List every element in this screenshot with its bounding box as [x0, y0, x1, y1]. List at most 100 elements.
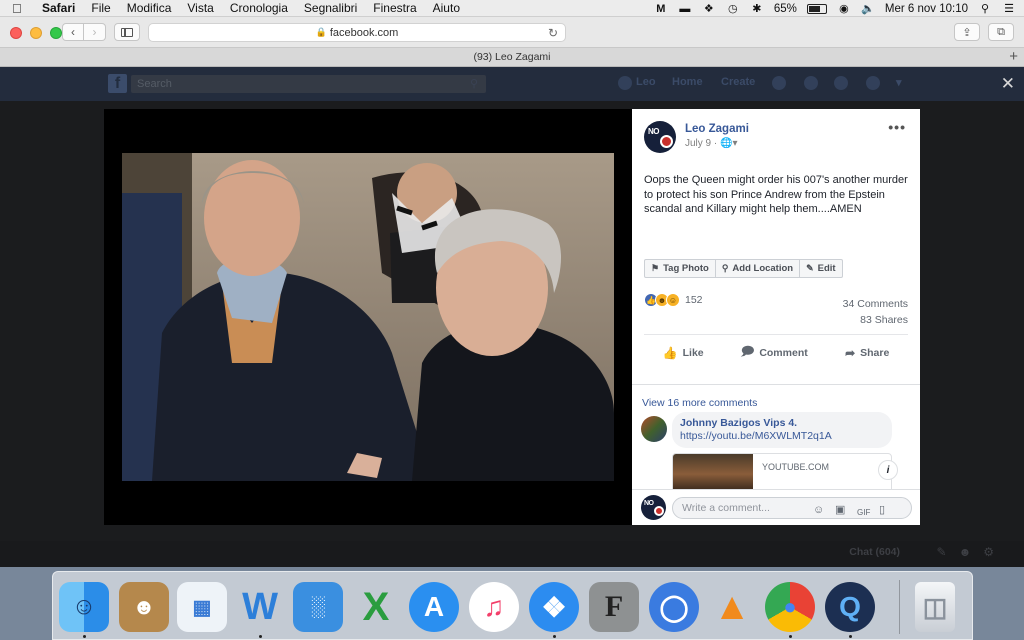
running-indicator	[259, 635, 262, 638]
info-icon[interactable]: i	[878, 460, 898, 480]
dropbox-icon[interactable]: ❖	[702, 3, 716, 15]
volume-icon[interactable]: 🔈	[861, 3, 875, 15]
commenter-avatar[interactable]	[641, 416, 667, 442]
commenter-name[interactable]: Johnny Bazigos Vips 4.	[680, 417, 884, 430]
menu-aiuto[interactable]: Aiuto	[433, 1, 460, 15]
nav-home[interactable]: Home	[672, 76, 703, 88]
author-name[interactable]: Leo Zagami	[685, 121, 749, 137]
wifi-icon[interactable]: ◉	[837, 3, 851, 15]
add-location-button[interactable]: ⚲ Add Location	[716, 260, 801, 277]
comment-input[interactable]: Write a comment... ☺ ▣ GIF ▯	[672, 497, 912, 519]
menu-vista[interactable]: Vista	[187, 1, 213, 15]
sidebar-toggle-button[interactable]	[114, 23, 140, 41]
battery-icon[interactable]	[806, 3, 827, 14]
globe-privacy-icon[interactable]: · 🌐▾	[714, 138, 738, 149]
facebook-header: f Search ⚲ Leo Home Create ▾	[0, 67, 1024, 101]
contacts-icon[interactable]: ☻	[119, 582, 169, 632]
post-date[interactable]: July 9	[685, 138, 711, 149]
apple-menu-icon[interactable]: 	[12, 1, 28, 16]
back-button[interactable]: ‹	[62, 23, 84, 41]
menubar-clock[interactable]: Mer 6 nov 10:10	[885, 3, 968, 15]
chat-button[interactable]: Chat (604)	[849, 546, 900, 558]
close-theater-icon[interactable]: ✕	[1001, 75, 1015, 92]
avatar-logo-icon: NO	[648, 127, 660, 136]
display-icon[interactable]: ▬	[678, 3, 692, 15]
like-button[interactable]: 👍 Like	[663, 346, 704, 360]
reactions-summary[interactable]: 👍 ☻ ☺ 152	[644, 293, 703, 307]
messenger-icon[interactable]	[804, 76, 818, 90]
close-window-button[interactable]	[10, 27, 22, 39]
reload-icon[interactable]: ↻	[548, 26, 558, 40]
facebook-search-input[interactable]: Search ⚲	[131, 75, 486, 93]
safari-icon[interactable]: ❖	[529, 582, 579, 632]
excel-icon[interactable]: X	[351, 582, 401, 632]
chrome-icon[interactable]: ●	[765, 582, 815, 632]
notifications-icon[interactable]	[834, 76, 848, 90]
finder-icon[interactable]: ☺	[59, 582, 109, 632]
share-label: Share	[860, 346, 890, 359]
comment-button[interactable]: 🗩 Comment	[741, 342, 808, 363]
bluetooth-icon[interactable]: ✱	[750, 3, 764, 15]
preview-icon[interactable]: ▦	[177, 582, 227, 632]
tab-title[interactable]: (93) Leo Zagami	[473, 51, 550, 63]
edit-label: Edit	[817, 263, 836, 274]
gif-icon[interactable]: GIF	[857, 503, 870, 523]
post-photo[interactable]	[122, 153, 614, 481]
youtube-link-card[interactable]: YOUTUBE.COM	[672, 453, 892, 489]
quicktime-icon[interactable]: Q	[825, 582, 875, 632]
time-machine-icon[interactable]: ◷	[726, 3, 740, 15]
comment-label: Comment	[759, 346, 808, 359]
facebook-logo-icon[interactable]: f	[108, 74, 127, 93]
emoji-icon[interactable]: ☺	[813, 500, 824, 520]
group-chat-icon[interactable]: ☻	[959, 545, 972, 559]
address-bar[interactable]: 🔒 facebook.com ↻	[148, 23, 566, 42]
word-icon[interactable]: W	[235, 582, 285, 632]
menu-file[interactable]: File	[91, 1, 110, 15]
author-avatar[interactable]: NO	[644, 121, 676, 153]
menu-finestra[interactable]: Finestra	[373, 1, 416, 15]
vlc-icon[interactable]: ▲	[707, 582, 757, 632]
zoom-window-button[interactable]	[50, 27, 62, 39]
minimize-window-button[interactable]	[30, 27, 42, 39]
sidebar-icon	[121, 27, 133, 37]
comments-count[interactable]: 34 Comments	[843, 296, 908, 312]
camera-icon[interactable]: ▣	[835, 500, 845, 520]
spotlight-search-icon[interactable]: ⚲	[978, 3, 992, 15]
more-options-icon[interactable]: •••	[888, 119, 906, 135]
new-tab-button[interactable]: +	[1009, 48, 1018, 66]
itunes-icon[interactable]: ♫	[469, 582, 519, 632]
share-post-button[interactable]: ➦ Share	[845, 346, 889, 360]
menu-cronologia[interactable]: Cronologia	[230, 1, 288, 15]
show-tabs-button[interactable]: ⧉	[988, 23, 1014, 41]
running-indicator	[789, 635, 792, 638]
malwarebytes-icon[interactable]: M	[654, 3, 668, 15]
sticker-icon[interactable]: ▯	[879, 500, 885, 520]
forward-button[interactable]: ›	[84, 23, 106, 41]
post-actions: 👍 Like 🗩 Comment ➦ Share	[644, 334, 908, 370]
nav-create[interactable]: Create	[721, 76, 755, 88]
new-message-icon[interactable]: ✎	[937, 545, 947, 559]
help-icon[interactable]	[866, 76, 880, 90]
notification-center-icon[interactable]: ☰	[1002, 3, 1016, 15]
shares-count[interactable]: 83 Shares	[843, 312, 908, 328]
tag-photo-button[interactable]: ⚑ Tag Photo	[645, 260, 716, 277]
keynote-icon[interactable]: ░	[293, 582, 343, 632]
menu-segnalibri[interactable]: Segnalibri	[304, 1, 357, 15]
app-store-icon[interactable]: A	[409, 582, 459, 632]
search-icon[interactable]: ⚲	[470, 75, 478, 93]
menu-modifica[interactable]: Modifica	[127, 1, 172, 15]
desktop-bottom: ☺ ☻ ▦ W ░ X A ♫ ❖ F ◯ ▲ ● Q ◫	[0, 567, 1024, 640]
fontbook-icon[interactable]: F	[589, 582, 639, 632]
view-more-comments-link[interactable]: View 16 more comments	[642, 397, 757, 409]
app-menu[interactable]: Safari	[42, 1, 75, 15]
chromium-icon[interactable]: ◯	[649, 582, 699, 632]
chat-settings-icon[interactable]: ⚙	[983, 545, 994, 559]
trash-icon[interactable]: ◫	[915, 582, 955, 632]
edit-button[interactable]: ✎ Edit	[800, 260, 842, 277]
profile-avatar[interactable]	[618, 76, 632, 90]
nav-profile[interactable]: Leo	[636, 76, 656, 88]
share-button[interactable]: ⇪	[954, 23, 980, 41]
comment-link[interactable]: https://youtu.be/M6XWLMT2q1A	[680, 430, 884, 443]
friend-requests-icon[interactable]	[772, 76, 786, 90]
account-menu-chevron-icon[interactable]: ▾	[896, 76, 902, 89]
